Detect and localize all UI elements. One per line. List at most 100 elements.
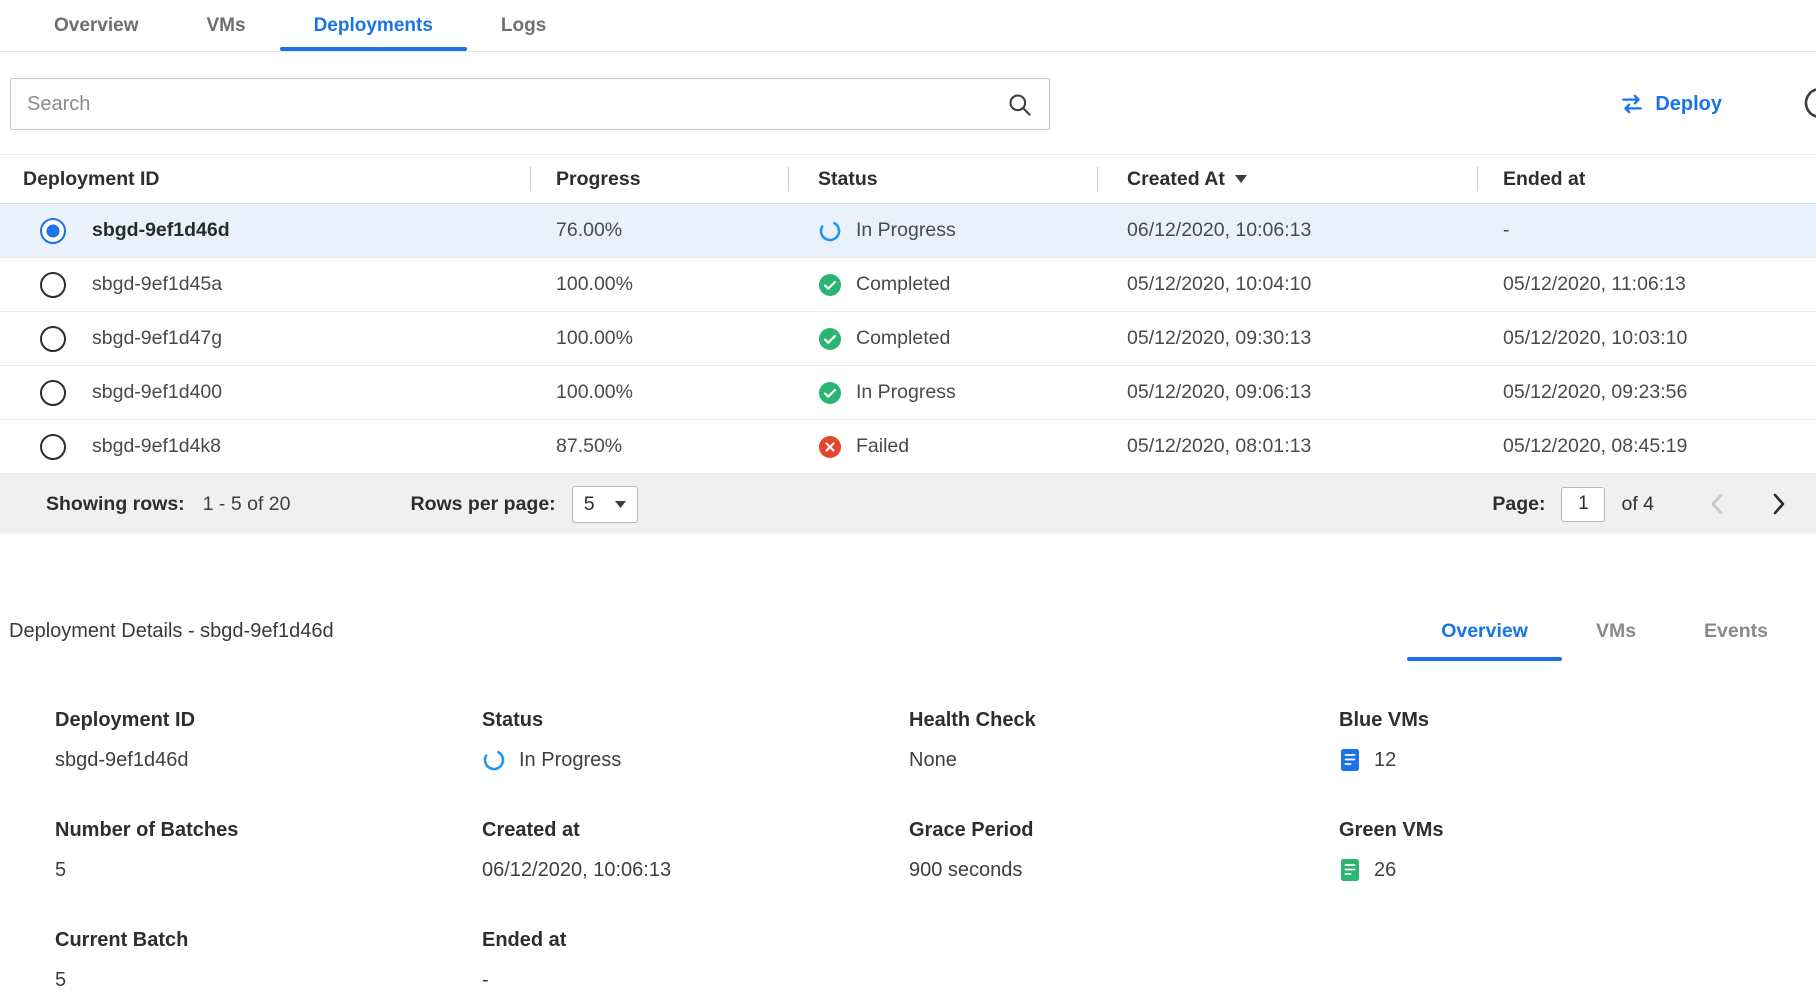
details-tab-events[interactable]: Events [1670,614,1802,661]
column-header-deployment-id[interactable]: Deployment ID [0,168,530,191]
row-radio[interactable] [40,326,66,352]
details-grid: Deployment ID sbgd-9ef1d46d Status In Pr… [9,709,1802,992]
detail-label: Number of Batches [55,819,482,842]
detail-value: sbgd-9ef1d46d [55,747,482,773]
detail-value: In Progress [519,749,621,772]
showing-rows-label: Showing rows: [46,493,185,516]
tab-logs[interactable]: Logs [467,0,580,51]
next-page-button[interactable] [1773,493,1786,515]
table-footer: Showing rows: 1 - 5 of 20 Rows per page:… [0,474,1816,534]
tab-vms-label: VMs [207,15,246,37]
rows-per-page-value: 5 [584,493,595,516]
in-progress-spinner-icon [482,748,506,772]
search-input[interactable] [27,93,1006,116]
chevron-left-icon [1710,493,1723,515]
created-at-cell: 05/12/2020, 09:30:13 [1097,327,1477,350]
detail-field-current-batch: Current Batch 5 [55,929,482,992]
table-row[interactable]: sbgd-9ef1d4k8 87.50% Failed 05/12/2020, … [0,420,1816,474]
detail-value: 900 seconds [909,857,1339,883]
status-label: Failed [856,435,909,458]
detail-value: - [482,967,909,992]
toolbar: Deploy [0,52,1816,154]
details-tab-overview-label: Overview [1441,620,1528,642]
detail-label: Ended at [482,929,909,952]
deployment-id-cell: sbgd-9ef1d4k8 [92,435,221,458]
progress-cell: 100.00% [530,381,788,404]
table-row[interactable]: sbgd-9ef1d45a 100.00% Completed 05/12/20… [0,258,1816,312]
row-radio[interactable] [40,272,66,298]
detail-label: Status [482,709,909,732]
ended-at-cell: - [1477,219,1816,242]
detail-value: 12 [1374,749,1396,772]
tab-overview-label: Overview [54,15,139,37]
details-tab-vms-label: VMs [1596,620,1636,642]
status-label: Completed [856,273,950,296]
column-header-progress[interactable]: Progress [530,168,788,191]
status-label: In Progress [856,219,956,242]
table-row[interactable]: sbgd-9ef1d400 100.00% In Progress 05/12/… [0,366,1816,420]
deployment-id-cell: sbgd-9ef1d45a [92,273,222,296]
row-radio-selected[interactable] [40,218,66,244]
prev-page-button[interactable] [1710,493,1723,515]
dropdown-caret-icon [615,501,626,508]
detail-field-status: Status In Progress [482,709,909,773]
rows-per-page-label: Rows per page: [410,493,555,516]
column-header-status[interactable]: Status [788,168,1097,191]
search-icon [1006,91,1033,118]
details-title: Deployment Details - sbgd-9ef1d46d [9,614,334,643]
row-radio[interactable] [40,380,66,406]
page-number-input[interactable] [1561,487,1605,522]
detail-value: 06/12/2020, 10:06:13 [482,857,909,883]
green-vm-icon [1339,858,1361,882]
deployment-id-cell: sbgd-9ef1d47g [92,327,222,350]
blue-vm-icon [1339,748,1361,772]
ended-at-cell: 05/12/2020, 10:03:10 [1477,327,1816,350]
chevron-right-icon [1773,493,1786,515]
detail-label: Health Check [909,709,1339,732]
search-box [10,78,1050,130]
details-tab-overview[interactable]: Overview [1407,614,1562,661]
deploy-swap-arrows-icon [1620,93,1644,115]
page-total-label: of 4 [1621,493,1654,516]
detail-field-number-of-batches: Number of Batches 5 [55,819,482,883]
created-at-cell: 06/12/2020, 10:06:13 [1097,219,1477,242]
tab-vms[interactable]: VMs [173,0,280,51]
detail-field-health-check: Health Check None [909,709,1339,773]
detail-field-deployment-id: Deployment ID sbgd-9ef1d46d [55,709,482,773]
completed-check-icon [818,381,842,405]
page-label: Page: [1492,493,1545,516]
detail-field-green-vms: Green VMs 26 [1339,819,1802,883]
tab-logs-label: Logs [501,15,546,37]
created-at-cell: 05/12/2020, 10:04:10 [1097,273,1477,296]
table-row[interactable]: sbgd-9ef1d47g 100.00% Completed 05/12/20… [0,312,1816,366]
top-tab-bar: Overview VMs Deployments Logs [0,0,1816,52]
progress-cell: 76.00% [530,219,788,242]
detail-field-blue-vms: Blue VMs 12 [1339,709,1802,773]
deployments-table: Deployment ID Progress Status Created At… [0,154,1816,534]
detail-label: Grace Period [909,819,1339,842]
column-header-ended-at[interactable]: Ended at [1477,168,1816,191]
deploy-button-label: Deploy [1655,93,1722,116]
tab-deployments-label: Deployments [314,15,433,37]
table-row[interactable]: sbgd-9ef1d46d 76.00% In Progress 06/12/2… [0,204,1816,258]
row-radio[interactable] [40,434,66,460]
completed-check-icon [818,273,842,297]
tab-overview[interactable]: Overview [20,0,173,51]
detail-value: 26 [1374,859,1396,882]
created-at-cell: 05/12/2020, 08:01:13 [1097,435,1477,458]
ended-at-cell: 05/12/2020, 11:06:13 [1477,273,1816,296]
details-tab-bar: Overview VMs Events [1407,614,1802,661]
detail-field-ended-at: Ended at - [482,929,909,992]
tab-deployments[interactable]: Deployments [280,0,467,51]
details-tab-vms[interactable]: VMs [1562,614,1670,661]
ended-at-cell: 05/12/2020, 08:45:19 [1477,435,1816,458]
rows-per-page-select[interactable]: 5 [572,486,638,523]
refresh-icon[interactable] [1798,81,1816,125]
detail-label: Green VMs [1339,819,1802,842]
details-tab-events-label: Events [1704,620,1768,642]
detail-label: Deployment ID [55,709,482,732]
deploy-button[interactable]: Deploy [1620,93,1722,116]
table-header: Deployment ID Progress Status Created At… [0,154,1816,204]
column-header-created-at[interactable]: Created At [1097,168,1477,191]
created-at-cell: 05/12/2020, 09:06:13 [1097,381,1477,404]
